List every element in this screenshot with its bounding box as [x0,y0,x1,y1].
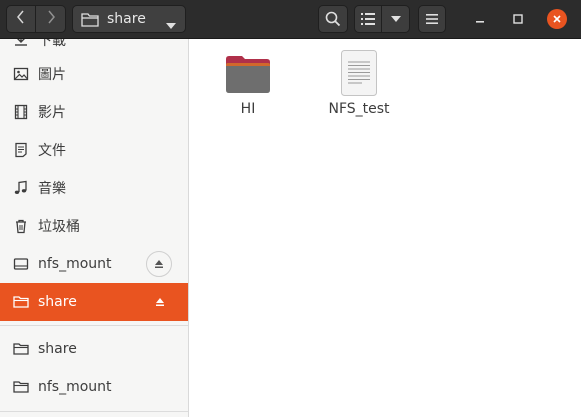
close-icon [552,14,562,24]
view-options-button[interactable] [382,5,410,33]
hamburger-menu-icon [426,14,438,24]
download-icon [13,39,29,48]
minimize-button[interactable] [472,12,488,26]
file-manager-window: share 下載 圖片 影片 文件 音樂 垃圾桶 nfs_mount share… [0,0,581,417]
list-view-icon [361,13,375,25]
eject-icon [154,259,164,269]
chevron-left-icon [16,10,26,28]
eject-icon [155,297,165,307]
file-name: NFS_test [328,101,390,117]
maximize-icon [513,14,523,24]
sidebar-item-documents[interactable]: 文件 [0,131,188,169]
documents-icon [13,142,29,158]
videos-icon [13,104,29,120]
file-view: HI NFS_test [189,39,581,417]
chevron-right-icon [46,10,56,28]
header-bar: share [0,0,581,39]
sidebar-item-label: nfs_mount [38,256,112,272]
minimize-icon [475,14,485,24]
caret-down-icon [390,16,401,22]
drive-icon [13,256,29,272]
sidebar-item-label: 下載 [38,39,66,49]
trash-icon [13,218,29,234]
sidebar: 下載 圖片 影片 文件 音樂 垃圾桶 nfs_mount share share… [0,39,189,417]
search-button[interactable] [318,5,348,33]
network-folder-icon [13,294,29,310]
text-document-icon [335,49,383,97]
back-button[interactable] [6,5,36,33]
sidebar-item-nfs-mount-drive[interactable]: nfs_mount [0,245,188,283]
sidebar-item-share-active[interactable]: share [0,283,188,321]
pictures-icon [13,66,29,82]
sidebar-item-label: 文件 [38,143,66,159]
sidebar-separator [0,411,188,412]
sidebar-item-share-network[interactable]: share [0,330,188,368]
path-bar-button[interactable]: share [72,5,186,33]
sidebar-item-label: share [38,341,77,357]
folder-icon [81,12,99,27]
main-menu-button[interactable] [418,5,446,33]
close-button[interactable] [547,9,567,29]
sidebar-item-trash[interactable]: 垃圾桶 [0,207,188,245]
network-folder-icon [13,379,29,395]
sidebar-item-music[interactable]: 音樂 [0,169,188,207]
file-item-folder[interactable]: HI [203,41,293,121]
sidebar-item-label: 圖片 [38,67,66,83]
sidebar-item-videos[interactable]: 影片 [0,93,188,131]
folder-icon [224,49,272,97]
sidebar-item-label: share [38,294,77,310]
sidebar-item-nfs-mount-network[interactable]: nfs_mount [0,368,188,406]
forward-button[interactable] [36,5,66,33]
path-bar-label: share [107,11,146,27]
sidebar-item-label: 音樂 [38,181,66,197]
eject-button[interactable] [146,251,172,277]
view-buttons [354,5,410,33]
sidebar-item-pictures[interactable]: 圖片 [0,55,188,93]
caret-down-icon [166,17,176,33]
search-icon [325,11,341,27]
sidebar-item-label: 影片 [38,105,66,121]
sidebar-item-label: nfs_mount [38,379,112,395]
network-folder-icon [13,341,29,357]
sidebar-separator [0,325,188,326]
eject-button[interactable] [152,294,168,310]
file-item-document[interactable]: NFS_test [314,41,404,121]
sidebar-item-label: 垃圾桶 [38,219,80,235]
maximize-button[interactable] [510,12,526,26]
file-name: HI [240,101,256,117]
navigation-buttons [6,5,66,33]
list-view-button[interactable] [354,5,382,33]
music-icon [13,180,29,196]
